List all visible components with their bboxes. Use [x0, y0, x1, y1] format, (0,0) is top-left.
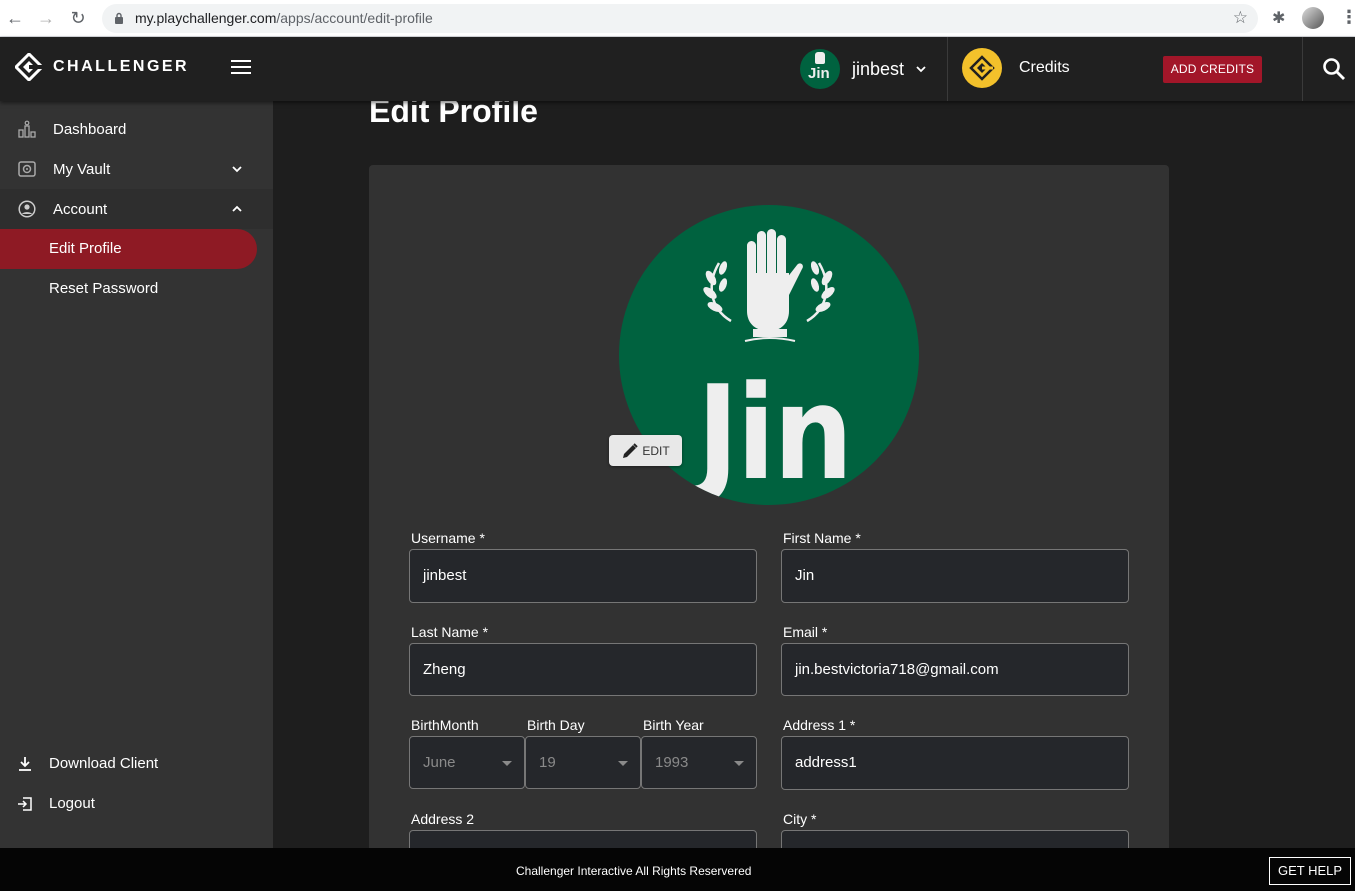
menu-toggle-icon[interactable]	[231, 60, 251, 76]
app-header: CHALLENGER Jin jinbest Credits ADD CREDI…	[0, 37, 1355, 101]
address1-label: Address 1 *	[783, 717, 856, 733]
birth-day-select[interactable]: 19	[525, 736, 641, 789]
lock-icon	[115, 12, 123, 24]
address-bar[interactable]: my.playchallenger.com/apps/account/edit-…	[102, 4, 1258, 33]
sidebar-item-logout[interactable]: Logout	[0, 784, 273, 824]
browser-chrome: ← → ↻ my.playchallenger.com/apps/account…	[0, 0, 1355, 37]
birth-month-label: BirthMonth	[411, 717, 479, 733]
city-input[interactable]	[781, 830, 1129, 848]
pencil-icon	[623, 442, 639, 458]
last-name-input[interactable]: Zheng	[409, 643, 757, 696]
account-icon	[18, 200, 36, 218]
sidebar-item-label: Dashboard	[53, 120, 127, 138]
sidebar-item-reset-password[interactable]: Reset Password	[0, 269, 257, 309]
first-name-label: First Name *	[783, 530, 861, 546]
avatar-name-text: Jin	[697, 357, 853, 505]
sidebar-item-label: Reset Password	[49, 280, 159, 297]
url-text: my.playchallenger.com/apps/account/edit-…	[135, 10, 433, 26]
address1-input[interactable]: address1	[781, 736, 1129, 790]
page-title: Edit Profile	[369, 101, 538, 129]
hand-emblem-icon	[815, 52, 825, 64]
sidebar-item-label: My Vault	[53, 160, 111, 178]
forward-icon[interactable]: →	[36, 8, 56, 28]
reload-icon[interactable]: ↻	[68, 8, 88, 28]
sidebar-item-label: Logout	[49, 795, 95, 812]
sidebar-item-my-vault[interactable]: My Vault	[0, 149, 273, 189]
search-icon[interactable]	[1322, 57, 1346, 81]
credits-label: Credits	[1019, 59, 1070, 76]
header-divider	[947, 37, 948, 101]
main-content: Edit Profile Jin EDIT Username * jinbest…	[273, 101, 1355, 848]
email-value: jin.bestvictoria718@gmail.com	[795, 661, 999, 678]
username-input[interactable]: jinbest	[409, 549, 757, 603]
profile-card: Jin EDIT Username * jinbest First Name *…	[369, 165, 1169, 848]
sidebar-item-label: Download Client	[49, 755, 159, 772]
birth-year-select[interactable]: 1993	[641, 736, 757, 789]
sidebar-item-edit-profile[interactable]: Edit Profile	[0, 229, 257, 269]
hand-laurel-emblem-icon	[703, 229, 835, 342]
address1-value: address1	[795, 754, 857, 771]
last-name-label: Last Name *	[411, 624, 489, 640]
back-icon[interactable]: ←	[5, 8, 25, 28]
username-value: jinbest	[423, 567, 467, 584]
address2-input[interactable]	[409, 830, 757, 848]
dropdown-arrow-icon	[734, 761, 744, 766]
birth-year-label: Birth Year	[643, 717, 704, 733]
edit-button-label: EDIT	[642, 443, 670, 458]
username-label: jinbest	[852, 58, 905, 79]
email-input[interactable]: jin.bestvictoria718@gmail.com	[781, 643, 1129, 696]
birth-month-value: June	[423, 754, 456, 771]
chevron-up-icon	[232, 205, 242, 212]
sidebar-item-download-client[interactable]: Download Client	[0, 744, 273, 784]
last-name-value: Zheng	[423, 661, 466, 678]
avatar-text: Jin	[808, 65, 830, 82]
chevron-down-icon	[916, 66, 926, 73]
browser-profile-avatar[interactable]	[1302, 7, 1324, 29]
add-credits-button[interactable]: ADD CREDITS	[1163, 56, 1262, 83]
vault-icon	[18, 161, 36, 177]
birth-day-label: Birth Day	[527, 717, 585, 733]
birth-month-select[interactable]: June	[409, 736, 525, 789]
header-divider	[1302, 37, 1303, 101]
birth-year-value: 1993	[655, 754, 689, 771]
user-avatar: Jin	[800, 49, 840, 89]
edit-avatar-button[interactable]: EDIT	[609, 435, 682, 466]
user-menu[interactable]: Jin jinbest	[800, 49, 926, 89]
first-name-input[interactable]: Jin	[781, 549, 1129, 603]
footer: Challenger Interactive All Rights Reserv…	[0, 848, 1355, 891]
extensions-icon[interactable]: ✱	[1272, 8, 1290, 27]
sidebar-item-label: Edit Profile	[49, 240, 122, 257]
first-name-value: Jin	[795, 567, 815, 584]
username-label: Username *	[411, 530, 485, 546]
logout-icon	[18, 797, 32, 811]
birth-day-value: 19	[539, 754, 556, 771]
get-help-button[interactable]: GET HELP	[1269, 857, 1351, 885]
credits-widget: Credits	[962, 48, 1070, 88]
dropdown-arrow-icon	[502, 761, 512, 766]
challenger-logo-icon	[15, 53, 43, 81]
brand[interactable]: CHALLENGER	[15, 53, 189, 81]
dropdown-arrow-icon	[618, 761, 628, 766]
bookmark-star-icon[interactable]: ☆	[1233, 8, 1248, 28]
address2-label: Address 2	[411, 811, 475, 827]
sidebar-item-account[interactable]: Account	[0, 189, 273, 229]
browser-menu-icon[interactable]: ⋮	[1340, 7, 1355, 28]
sidebar-item-dashboard[interactable]: Dashboard	[0, 109, 273, 149]
sidebar-item-label: Account	[53, 200, 108, 218]
email-label: Email *	[783, 624, 828, 640]
brand-name: CHALLENGER	[53, 58, 190, 75]
city-label: City *	[783, 811, 817, 827]
dashboard-icon	[18, 120, 36, 138]
download-icon	[19, 757, 31, 771]
chevron-down-icon	[232, 166, 242, 173]
sidebar: Dashboard My Vault Account Edit Profile …	[0, 101, 273, 848]
credits-coin-icon	[962, 48, 1002, 88]
copyright-text: Challenger Interactive All Rights Reserv…	[516, 864, 752, 878]
